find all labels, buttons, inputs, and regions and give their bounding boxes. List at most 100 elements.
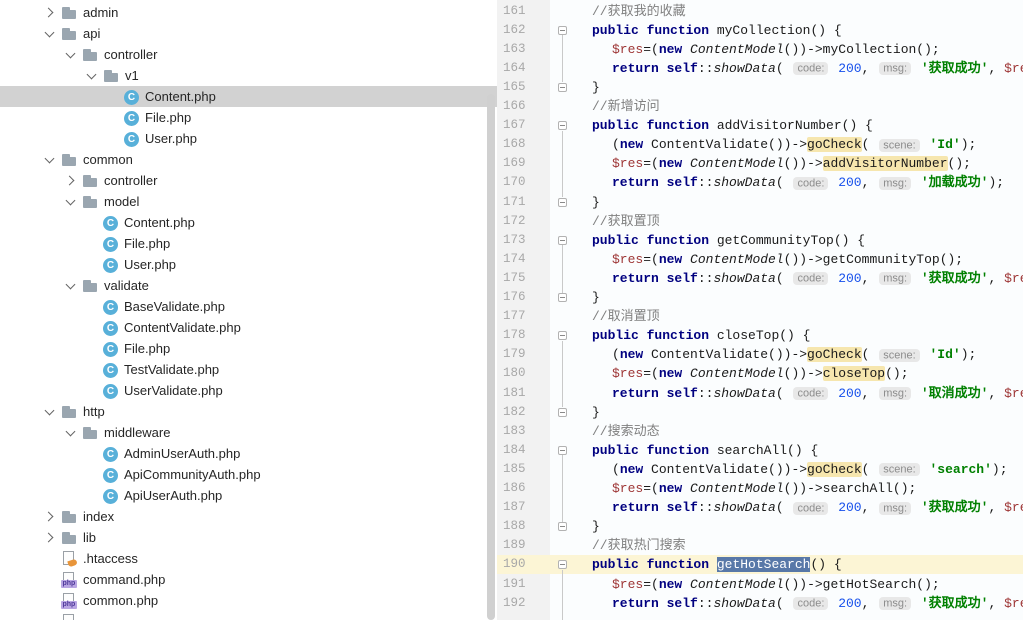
chevron-right-icon[interactable] [38, 2, 61, 23]
parameter-hint: code: [793, 501, 829, 515]
tree-item-validate[interactable]: validate [0, 275, 497, 296]
token-st: 'Id' [929, 137, 961, 153]
fold-end-icon[interactable] [558, 197, 567, 207]
tree-item-http[interactable]: http [0, 401, 497, 422]
code-line-164[interactable]: 164 return self::showData( code: 200, msg… [497, 59, 1023, 78]
code-line-174[interactable]: 174 $res=(new ContentModel())->getCommuni… [497, 250, 1023, 269]
code-line-177[interactable]: 177 //取消置顶 [497, 307, 1023, 326]
code-line-166[interactable]: 166 //新增访问 [497, 97, 1023, 116]
fold-end-icon[interactable] [558, 407, 567, 417]
fold-collapse-icon[interactable] [558, 235, 567, 245]
tree-item-AdminUserAuth.php[interactable]: AdminUserAuth.php [0, 443, 497, 464]
fold-end-icon[interactable] [558, 522, 567, 532]
tree-item-partial[interactable] [0, 611, 497, 620]
tree-item-ApiCommunityAuth.php[interactable]: ApiCommunityAuth.php [0, 464, 497, 485]
folder-icon [82, 194, 98, 210]
fold-collapse-icon[interactable] [558, 25, 567, 35]
token-pl: =( [643, 251, 659, 267]
tree-item-UserValidate.php[interactable]: UserValidate.php [0, 380, 497, 401]
chevron-down-icon[interactable] [59, 275, 82, 296]
chevron-down-icon[interactable] [38, 23, 61, 44]
code-line-169[interactable]: 169 $res=(new ContentModel())->addVisitor… [497, 154, 1023, 173]
fold-collapse-icon[interactable] [558, 331, 567, 341]
fold-collapse-icon[interactable] [558, 121, 567, 131]
tree-item-v1[interactable]: v1 [0, 65, 497, 86]
code-line-165[interactable]: 165} [497, 78, 1023, 97]
tree-item-controller[interactable]: controller [0, 170, 497, 191]
code-line-170[interactable]: 170 return self::showData( code: 200, msg… [497, 173, 1023, 192]
chevron-right-icon[interactable] [38, 527, 61, 548]
fold-collapse-icon[interactable] [558, 445, 567, 455]
code-line-172[interactable]: 172 //获取置顶 [497, 212, 1023, 231]
tree-item-.htaccess[interactable]: .htaccess [0, 548, 497, 569]
code-line-163[interactable]: 163 $res=(new ContentModel())->myCollecti… [497, 40, 1023, 59]
code-line-180[interactable]: 180 $res=(new ContentModel())->closeTop()… [497, 364, 1023, 383]
code-line-192[interactable]: 192 return self::showData( code: 200, msg… [497, 594, 1023, 613]
tree-item-TestValidate.php[interactable]: TestValidate.php [0, 359, 497, 380]
chevron-down-icon[interactable] [59, 44, 82, 65]
token-pl: :: [697, 595, 714, 611]
chevron-down-icon[interactable] [38, 401, 61, 422]
code-line-178[interactable]: 178 public function closeTop() { [497, 326, 1023, 345]
tree-item-api[interactable]: api [0, 23, 497, 44]
code-text: $res=(new ContentModel())->getCommunityT… [612, 250, 963, 269]
fold-collapse-icon[interactable] [558, 560, 567, 570]
tree-item-model[interactable]: model [0, 191, 497, 212]
code-line-189[interactable]: 189 //获取热门搜索 [497, 536, 1023, 555]
tree-scrollbar[interactable] [487, 94, 495, 620]
code-line-190[interactable]: 190 public function getHotSearch() { [497, 555, 1023, 575]
code-text: } [592, 78, 600, 97]
code-line-191[interactable]: 191 $res=(new ContentModel())->getHotSear… [497, 575, 1023, 594]
line-number: 162 [503, 22, 526, 37]
tree-item-Content.php[interactable]: Content.php [0, 86, 497, 107]
code-line-187[interactable]: 187 return self::showData( code: 200, msg… [497, 498, 1023, 517]
tree-item-File.php[interactable]: File.php [0, 107, 497, 128]
tree-item-common.php[interactable]: common.php [0, 590, 497, 611]
code-line-179[interactable]: 179 (new ContentValidate())->goCheck( sce… [497, 345, 1023, 364]
tree-item-middleware[interactable]: middleware [0, 422, 497, 443]
code-text: } [592, 517, 600, 536]
tree-item-label: v1 [125, 68, 139, 83]
chevron-right-icon[interactable] [59, 170, 82, 191]
chevron-down-icon[interactable] [59, 191, 82, 212]
tree-item-File.php[interactable]: File.php [0, 338, 497, 359]
tree-item-User.php[interactable]: User.php [0, 128, 497, 149]
code-line-185[interactable]: 185 (new ContentValidate())->goCheck( sce… [497, 460, 1023, 479]
tree-item-User.php[interactable]: User.php [0, 254, 497, 275]
code-line-162[interactable]: 162 public function myCollection() { [497, 21, 1023, 40]
tree-item-File.php[interactable]: File.php [0, 233, 497, 254]
tree-item-command.php[interactable]: command.php [0, 569, 497, 590]
code-line-171[interactable]: 171} [497, 193, 1023, 212]
code-line-186[interactable]: 186 $res=(new ContentModel())->searchAll(… [497, 479, 1023, 498]
code-text: return self::showData( code: 200, msg: '… [612, 498, 1023, 518]
fold-end-icon[interactable] [558, 293, 567, 303]
token-mi: showData [713, 175, 776, 191]
fold-end-icon[interactable] [558, 82, 567, 92]
tree-item-ApiUserAuth.php[interactable]: ApiUserAuth.php [0, 485, 497, 506]
chevron-down-icon[interactable] [59, 422, 82, 443]
tree-item-Content.php[interactable]: Content.php [0, 212, 497, 233]
chevron-down-icon[interactable] [80, 65, 103, 86]
chevron-down-icon[interactable] [38, 149, 61, 170]
code-line-184[interactable]: 184 public function searchAll() { [497, 441, 1023, 460]
tree-item-index[interactable]: index [0, 506, 497, 527]
code-line-161[interactable]: 161 //获取我的收藏 [497, 2, 1023, 21]
tree-item-admin[interactable]: admin [0, 2, 497, 23]
code-line-173[interactable]: 173 public function getCommunityTop() { [497, 231, 1023, 250]
code-line-176[interactable]: 176} [497, 288, 1023, 307]
code-line-168[interactable]: 168 (new ContentValidate())->goCheck( sce… [497, 135, 1023, 154]
code-editor[interactable]: 161 //获取我的收藏 162 public function myCollecti… [497, 0, 1023, 620]
tree-item-lib[interactable]: lib [0, 527, 497, 548]
code-line-181[interactable]: 181 return self::showData( code: 200, msg… [497, 384, 1023, 403]
chevron-right-icon[interactable] [38, 506, 61, 527]
code-line-167[interactable]: 167 public function addVisitorNumber() { [497, 116, 1023, 135]
code-line-182[interactable]: 182} [497, 403, 1023, 422]
code-line-175[interactable]: 175 return self::showData( code: 200, msg… [497, 269, 1023, 288]
tree-item-common[interactable]: common [0, 149, 497, 170]
tree-item-ContentValidate.php[interactable]: ContentValidate.php [0, 317, 497, 338]
code-line-188[interactable]: 188} [497, 517, 1023, 536]
code-line-183[interactable]: 183 //搜索动态 [497, 422, 1023, 441]
tree-item-controller[interactable]: controller [0, 44, 497, 65]
tree-item-BaseValidate.php[interactable]: BaseValidate.php [0, 296, 497, 317]
